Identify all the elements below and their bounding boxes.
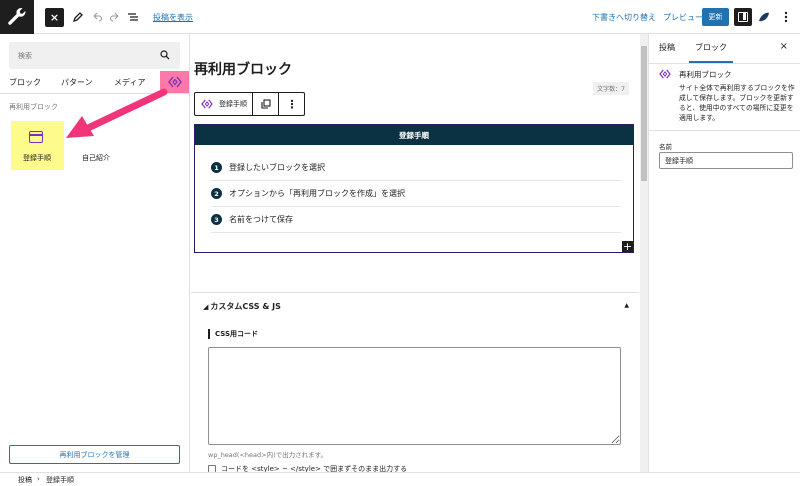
inserter-search[interactable]: [9, 42, 180, 69]
step-number: 2: [211, 188, 222, 199]
reusable-block-item-registration[interactable]: 登録手順: [11, 121, 64, 170]
tab-blocks[interactable]: ブロック: [9, 77, 41, 88]
name-field-label: 名前: [659, 143, 672, 151]
block-options-button[interactable]: ⋮: [279, 93, 305, 115]
canvas-scrollbar[interactable]: [640, 34, 648, 472]
redo-icon: [109, 12, 119, 22]
undo-button[interactable]: [90, 7, 104, 27]
reusable-block-item-icon: [29, 131, 43, 143]
search-icon: [160, 50, 170, 60]
list-view-icon: [128, 13, 138, 21]
site-logo-button[interactable]: [0, 0, 34, 34]
tools-button[interactable]: [70, 7, 86, 27]
step-item: 3 名前をつけて保存: [211, 214, 293, 225]
theme-plugin-icon[interactable]: [757, 10, 771, 24]
scrollbar-thumb[interactable]: [641, 46, 647, 181]
redo-button[interactable]: [108, 7, 122, 27]
step-text: 名前をつけて保存: [229, 215, 293, 224]
document-overview-button[interactable]: [126, 7, 140, 27]
reusable-block-card[interactable]: 登録手順 1 登録したいブロックを選択 2 オプションから「再利用ブロックを作成…: [194, 124, 634, 253]
options-menu-icon[interactable]: [780, 10, 792, 24]
divider: [649, 63, 800, 64]
step-item: 2 オプションから「再利用ブロックを作成」を選択: [211, 188, 405, 199]
annotation-arrow-icon: [66, 88, 168, 138]
convert-to-regular-button[interactable]: [253, 93, 279, 115]
block-item-label: 登録手順: [23, 154, 51, 162]
css-help-text: wp_head(<head>内)で出力されます。: [208, 451, 327, 459]
block-card-title: 再利用ブロック: [679, 70, 732, 79]
divider: [211, 232, 621, 233]
divider: [211, 206, 621, 207]
panel-collapse-icon[interactable]: ▲: [624, 302, 629, 309]
close-icon: ×: [49, 11, 60, 24]
tab-post[interactable]: 投稿: [659, 42, 675, 53]
pencil-icon: [72, 12, 83, 23]
reusable-block-name-input[interactable]: [659, 152, 793, 169]
step-number: 1: [211, 162, 222, 173]
css-code-label: CSS用コード: [208, 329, 258, 339]
block-type-label: 登録手順: [219, 100, 247, 108]
block-item-label: 自己紹介: [82, 154, 110, 162]
reusable-block-icon: [201, 99, 213, 109]
editor-canvas: 再利用ブロック 文字数：7 登録手順 ⋮ 登録手順 1 登録したいブロックを選択…: [191, 34, 639, 473]
search-input[interactable]: [9, 42, 149, 69]
manage-reusable-blocks-button[interactable]: 再利用ブロックを管理: [9, 445, 180, 464]
block-card-description: サイト全体で再利用するブロックを作成して保存します。ブロックを更新すると、使用中…: [679, 84, 795, 122]
css-code-textarea[interactable]: [208, 347, 621, 445]
update-button[interactable]: 更新: [702, 8, 729, 26]
card-title: 登録手順: [195, 125, 633, 145]
divider: [211, 180, 621, 181]
tab-block[interactable]: ブロック: [695, 42, 727, 53]
close-inserter-button[interactable]: ×: [45, 8, 64, 27]
close-icon[interactable]: ×: [780, 41, 788, 52]
breadcrumb-separator: ›: [37, 475, 40, 483]
breadcrumb-item-block[interactable]: 登録手順: [46, 475, 74, 485]
preview-button[interactable]: プレビュー: [663, 12, 703, 23]
word-count-badge: 文字数：7: [593, 82, 629, 95]
sidebar-icon: [738, 12, 748, 22]
custom-css-panel: ◢ カスタムCSS & JS ▲ CSS用コード wp_head(<head>内)…: [191, 292, 639, 473]
undo-icon: [93, 12, 103, 22]
add-block-button[interactable]: +: [622, 241, 633, 252]
breadcrumb-item-post[interactable]: 投稿: [18, 475, 32, 485]
view-post-link[interactable]: 投稿を表示: [153, 12, 193, 23]
wrench-icon: [8, 8, 26, 25]
switch-to-draft-button[interactable]: 下書きへ切り替え: [592, 12, 656, 23]
copy-icon: [260, 99, 271, 109]
block-type-button[interactable]: 登録手順: [195, 93, 253, 115]
block-toolbar: 登録手順 ⋮: [194, 92, 305, 116]
custom-css-panel-title[interactable]: ◢ カスタムCSS & JS: [203, 301, 281, 312]
step-item: 1 登録したいブロックを選択: [211, 162, 325, 173]
reusable-block-icon: [659, 69, 671, 79]
step-number: 3: [211, 214, 222, 225]
step-text: 登録したいブロックを選択: [229, 163, 325, 172]
settings-sidebar: 投稿 ブロック × 再利用ブロック サイト全体で再利用するブロックを作成して保存…: [648, 34, 800, 472]
divider: [649, 130, 800, 131]
settings-toggle-button[interactable]: [734, 8, 752, 26]
reusable-section-label: 再利用ブロック: [9, 103, 58, 111]
step-text: オプションから「再利用ブロックを作成」を選択: [229, 189, 405, 198]
editor-header: × 投稿を表示 下書きへ切り替え プレビュー 更新: [0, 0, 800, 34]
post-title[interactable]: 再利用ブロック: [194, 59, 292, 79]
theme-plugin-icon: ◢: [203, 303, 209, 311]
breadcrumb: 投稿 › 登録手順: [0, 472, 800, 486]
